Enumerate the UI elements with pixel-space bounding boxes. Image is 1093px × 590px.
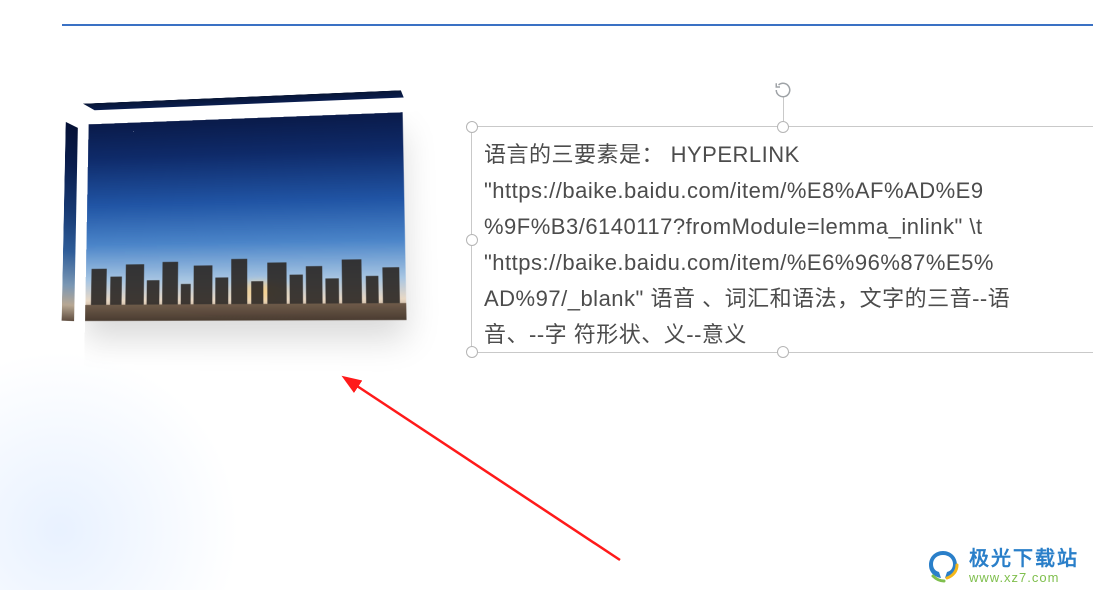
top-rule	[62, 24, 1093, 26]
watermark-name: 极光下载站	[969, 549, 1079, 569]
watermark-url: www.xz7.com	[969, 571, 1079, 584]
resize-handle-middle-left[interactable]	[466, 234, 478, 246]
annotation-arrow	[340, 370, 640, 570]
decorative-glow	[0, 350, 240, 590]
text-line: "https://baike.baidu.com/item/%E8%AF%AD%…	[484, 178, 984, 203]
inserted-image[interactable]	[75, 100, 410, 330]
text-line: 音、--字 符形状、义--意义	[484, 322, 747, 347]
text-line: %9F%B3/6140117?fromModule=lemma_inlink" …	[484, 214, 983, 239]
rotation-handle[interactable]	[774, 81, 792, 99]
resize-handle-top-middle[interactable]	[777, 121, 789, 133]
text-line: 语言的三要素是： HYPERLINK	[484, 142, 800, 167]
watermark: 极光下载站 www.xz7.com	[925, 548, 1079, 584]
resize-handle-bottom-left[interactable]	[466, 346, 478, 358]
resize-handle-top-left[interactable]	[466, 121, 478, 133]
text-box[interactable]: 语言的三要素是： HYPERLINK "https://baike.baidu.…	[471, 126, 1093, 353]
text-box-content[interactable]: 语言的三要素是： HYPERLINK "https://baike.baidu.…	[472, 127, 1093, 363]
text-line: "https://baike.baidu.com/item/%E6%96%87%…	[484, 250, 994, 275]
rotation-connector	[783, 97, 784, 121]
text-line: AD%97/_blank" 语音 、词汇和语法，文字的三音--语	[484, 286, 1010, 311]
resize-handle-bottom-middle[interactable]	[777, 346, 789, 358]
watermark-logo-icon	[925, 548, 961, 584]
